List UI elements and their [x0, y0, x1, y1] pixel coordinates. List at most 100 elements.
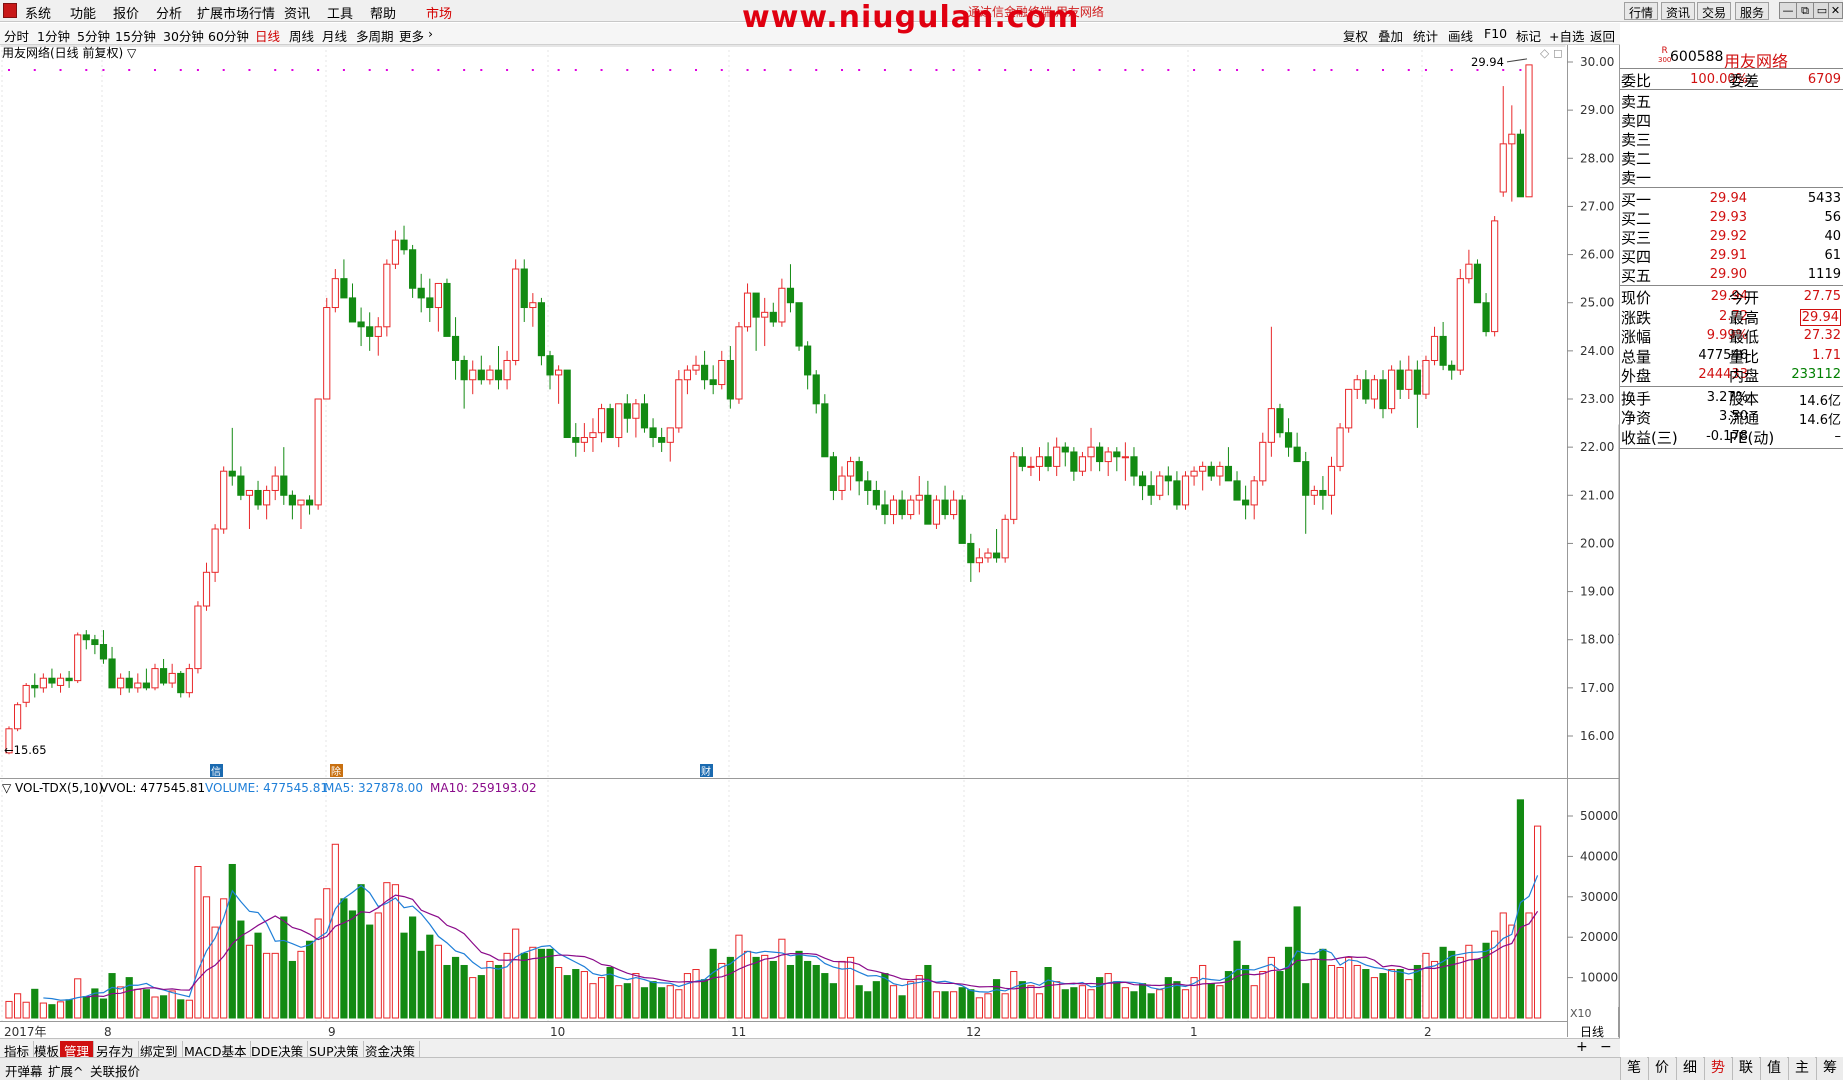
menu-tools[interactable]: 工具 — [327, 3, 353, 22]
nav-lian[interactable]: 联 — [1732, 1057, 1759, 1080]
volume-bar — [1035, 993, 1044, 1019]
volume-bar — [1070, 987, 1078, 1019]
candle-body — [22, 684, 30, 703]
main-chart-area[interactable]: 30.00 29.00 28.00 27.00 26.00 25.00 24.00 23.00… — [0, 45, 1620, 1038]
zoom-in-button[interactable]: + — [1576, 1039, 1588, 1055]
button-fuwu[interactable]: 服务 — [1735, 2, 1770, 20]
menu-analysis[interactable]: 分析 — [156, 3, 182, 22]
candle-body — [1156, 475, 1164, 496]
signal-dot — [652, 69, 655, 71]
volume-bar — [159, 995, 168, 1019]
candle-body — [460, 359, 468, 381]
extend-toggle[interactable]: 扩展^ — [48, 1061, 83, 1080]
sell-level-5[interactable]: 卖五 — [1620, 91, 1843, 111]
candle-body — [400, 239, 408, 251]
candle-body — [975, 557, 983, 564]
volume-bar — [443, 964, 451, 1019]
candle-body — [1250, 480, 1258, 506]
nav-zhi[interactable]: 值 — [1760, 1057, 1787, 1080]
volume-bar — [1456, 956, 1464, 1019]
period-more[interactable]: 更多 — [399, 26, 424, 45]
nav-shi[interactable]: 势 — [1704, 1057, 1731, 1080]
menu-quote[interactable]: 报价 — [113, 3, 139, 22]
restore-icon[interactable]: ⧉ — [1796, 2, 1814, 19]
candle-body — [271, 475, 279, 491]
period-30min[interactable]: 30分钟 — [163, 26, 204, 45]
related-quote-button[interactable]: 关联报价 — [90, 1061, 140, 1080]
menu-function[interactable]: 功能 — [70, 3, 96, 22]
sell-level-2[interactable]: 卖二 — [1620, 148, 1843, 168]
candle-body — [125, 677, 133, 689]
period-1min[interactable]: 1分钟 — [37, 26, 70, 45]
menu-help[interactable]: 帮助 — [370, 3, 396, 22]
tool-f10[interactable]: F10 — [1484, 26, 1507, 41]
nav-bi[interactable]: 笔 — [1620, 1057, 1647, 1080]
period-5min[interactable]: 5分钟 — [77, 26, 110, 45]
sell-level-1[interactable]: 卖一 — [1620, 167, 1843, 187]
signal-dot — [720, 69, 723, 71]
menu-market[interactable]: 市场 — [426, 3, 452, 22]
candle-body — [1224, 465, 1233, 482]
buy-level-3[interactable]: 买三 29.92 40 — [1620, 227, 1843, 247]
volume-bar — [898, 995, 906, 1019]
period-monthly[interactable]: 月线 — [322, 26, 347, 45]
button-zixun[interactable]: 资讯 — [1661, 2, 1696, 20]
tool-diejia[interactable]: 叠加 — [1378, 26, 1403, 45]
buy-level-4[interactable]: 买四 29.91 61 — [1620, 246, 1843, 266]
period-60min[interactable]: 60分钟 — [208, 26, 249, 45]
period-weekly[interactable]: 周线 — [289, 26, 314, 45]
price-tick-label: 23.00 — [1580, 392, 1614, 406]
tool-fuquan[interactable]: 复权 — [1343, 26, 1368, 45]
candle-body — [658, 437, 666, 443]
signal-dot — [978, 69, 981, 71]
tool-biaoji[interactable]: 标记 — [1516, 26, 1541, 45]
volume-bar — [263, 952, 271, 1019]
period-daily[interactable]: 日线 — [255, 26, 280, 45]
buy-level-2[interactable]: 买二 29.93 56 — [1620, 208, 1843, 228]
tool-huaxian[interactable]: 画线 — [1448, 26, 1473, 45]
sell-level-3[interactable]: 卖三 — [1620, 129, 1843, 149]
menu-system[interactable]: 系统 — [25, 3, 51, 22]
minimize-icon[interactable]: — — [1779, 2, 1797, 19]
zoom-out-button[interactable]: − — [1600, 1039, 1612, 1055]
volume-bar — [1448, 950, 1456, 1019]
menu-extended-market[interactable]: 扩展市场行情 — [197, 3, 275, 22]
signal-dot — [1098, 69, 1101, 71]
candle-body — [1336, 427, 1344, 467]
period-fenshi[interactable]: 分时 — [4, 26, 29, 45]
menu-info[interactable]: 资讯 — [284, 3, 310, 22]
candle-body — [1044, 456, 1052, 467]
signal-dot — [1124, 69, 1127, 71]
candle-body — [1173, 480, 1181, 506]
watermark: www.niugulan.com — [742, 0, 1080, 35]
volume-bar — [1216, 985, 1224, 1019]
sell-level-4[interactable]: 卖四 — [1620, 110, 1843, 130]
volume-bar — [1010, 971, 1018, 1019]
button-jiaoyi[interactable]: 交易 — [1697, 2, 1732, 20]
candle-body — [1147, 485, 1155, 496]
period-multi[interactable]: 多周期 — [356, 26, 394, 45]
nav-zhu[interactable]: 主 — [1788, 1057, 1815, 1080]
vol-scale-label: X10 — [1570, 1007, 1592, 1020]
buy-level-1[interactable]: 买一 29.94 5433 — [1620, 189, 1843, 209]
period-15min[interactable]: 15分钟 — [115, 26, 156, 45]
nav-xi[interactable]: 细 — [1676, 1057, 1703, 1080]
nav-chou[interactable]: 筹 — [1816, 1057, 1843, 1080]
buy-level-5[interactable]: 买五 29.90 1119 — [1620, 265, 1843, 285]
candle-body — [572, 437, 580, 443]
tool-tongji[interactable]: 统计 — [1413, 26, 1438, 45]
candle-body — [580, 437, 588, 443]
signal-dot — [1287, 69, 1290, 71]
tool-add-watchlist[interactable]: +自选 — [1549, 26, 1584, 45]
candle-body — [967, 542, 975, 564]
danmu-toggle[interactable]: 开弹幕 — [5, 1061, 43, 1080]
volume-bar — [1207, 983, 1215, 1019]
tool-back[interactable]: 返回 — [1590, 26, 1615, 45]
nav-jia[interactable]: 价 — [1648, 1057, 1675, 1080]
candle-body — [168, 672, 176, 684]
signal-dot — [342, 69, 345, 71]
chevron-right-icon[interactable]: › — [428, 26, 433, 41]
volume-bar — [48, 1004, 56, 1019]
button-hangqing[interactable]: 行情 — [1624, 2, 1659, 20]
close-icon[interactable]: ✕ — [1828, 2, 1843, 19]
